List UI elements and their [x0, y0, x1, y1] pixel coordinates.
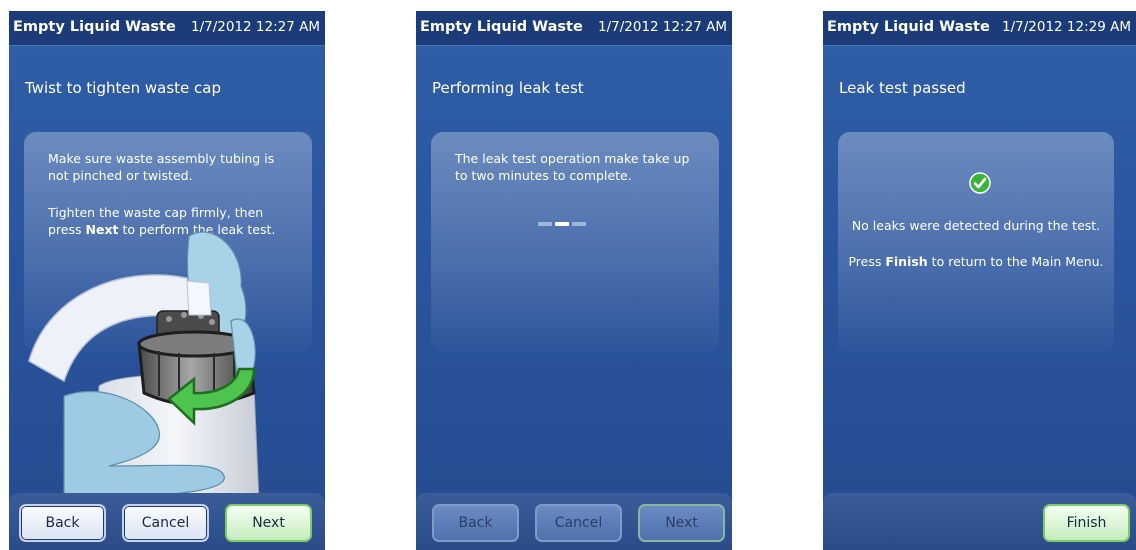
- result-text-2: Press Finish to return to the Main Menu.: [848, 254, 1104, 269]
- screen-leak-passed: Empty Liquid Waste 1/7/2012 12:29 AM Lea…: [823, 11, 1136, 550]
- next-button[interactable]: Next: [225, 504, 312, 542]
- finish-button[interactable]: Finish: [1043, 504, 1130, 542]
- result-text-1: No leaks were detected during the test.: [851, 218, 1101, 233]
- instruction-text-1: Make sure waste assembly tubing is not p…: [48, 151, 275, 183]
- status-text: The leak test operation make take up to …: [455, 151, 690, 183]
- datetime: 1/7/2012 12:27 AM: [597, 19, 727, 35]
- screen-leak-test: Empty Liquid Waste 1/7/2012 12:27 AM Per…: [416, 11, 732, 550]
- cancel-button[interactable]: Cancel: [122, 504, 209, 542]
- title-bar: Empty Liquid Waste 1/7/2012 12:29 AM: [823, 11, 1136, 46]
- title-bar: Empty Liquid Waste 1/7/2012 12:27 AM: [9, 11, 325, 46]
- back-button[interactable]: Back: [432, 504, 519, 542]
- screen-tighten-cap: Empty Liquid Waste 1/7/2012 12:27 AM Twi…: [9, 11, 325, 550]
- finish-keyword: Finish: [885, 254, 928, 269]
- datetime: 1/7/2012 12:29 AM: [1001, 19, 1131, 35]
- step-heading: Leak test passed: [839, 79, 966, 97]
- cancel-button[interactable]: Cancel: [535, 504, 622, 542]
- status-panel: The leak test operation make take up to …: [431, 132, 719, 352]
- waste-cap-illustration: [28, 231, 260, 501]
- progress-dot: [538, 222, 552, 226]
- checkmark-icon: [969, 172, 991, 194]
- progress-dot: [572, 222, 586, 226]
- step-heading: Twist to tighten waste cap: [25, 79, 221, 97]
- next-button[interactable]: Next: [638, 504, 725, 542]
- datetime: 1/7/2012 12:27 AM: [190, 19, 320, 35]
- window-title: Empty Liquid Waste: [827, 19, 990, 35]
- window-title: Empty Liquid Waste: [13, 19, 176, 35]
- window-title: Empty Liquid Waste: [420, 19, 583, 35]
- title-bar: Empty Liquid Waste 1/7/2012 12:27 AM: [416, 11, 732, 46]
- back-button[interactable]: Back: [19, 504, 106, 542]
- step-heading: Performing leak test: [432, 79, 584, 97]
- result-panel: No leaks were detected during the test. …: [838, 132, 1114, 352]
- progress-dot-active: [555, 222, 569, 226]
